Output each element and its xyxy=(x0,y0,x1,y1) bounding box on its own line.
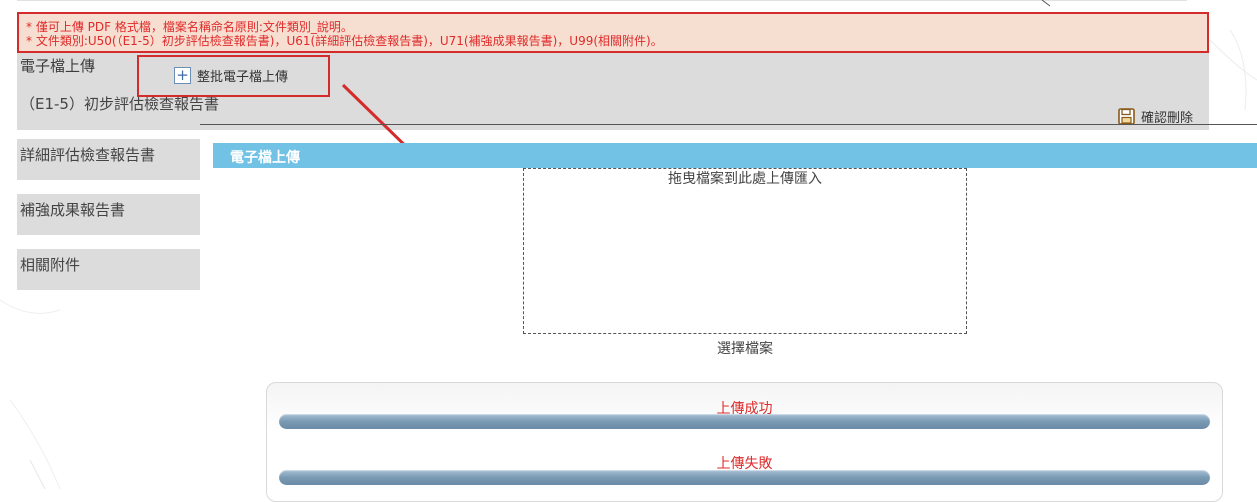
notice-line-2: * 文件類別:U50(（E1-5）初步評估檢查報告書)，U61(詳細評估檢查報告… xyxy=(26,34,663,48)
dialog-top-border xyxy=(200,124,1257,125)
drop-zone-text: 拖曳檔案到此處上傳匯入 xyxy=(668,171,822,187)
batch-upload-button[interactable]: + 整批電子檔上傳 xyxy=(174,64,288,87)
notice-line-1: * 僅可上傳 PDF 格式檔，檔案名稱命名原則:文件類別_說明。 xyxy=(26,20,353,34)
sidebar-item-label: 詳細評估檢查報告書 xyxy=(20,146,156,164)
sidebar-item-label: 補強成果報告書 xyxy=(20,201,126,219)
upload-fail-progress-bar xyxy=(279,470,1210,485)
file-drop-zone[interactable]: 拖曳檔案到此處上傳匯入 xyxy=(523,168,967,334)
confirm-delete-label: 確認刪除 xyxy=(1141,110,1194,126)
notice-banner: * 僅可上傳 PDF 格式檔，檔案名稱命名原則:文件類別_說明。 * 文件類別:… xyxy=(17,12,1209,53)
sidebar-item-detailed-report[interactable]: 詳細評估檢查報告書 xyxy=(17,139,200,180)
upload-success-progress-bar xyxy=(279,414,1210,429)
dialog-title: 電子檔上傳 xyxy=(230,150,300,166)
choose-file-button[interactable]: 選擇檔案 xyxy=(523,338,967,358)
plus-icon: + xyxy=(174,67,191,84)
dialog-title-bar: 電子檔上傳 xyxy=(213,143,1257,168)
sidebar-item-reinforcement-report[interactable]: 補強成果報告書 xyxy=(17,194,200,235)
batch-upload-label: 整批電子檔上傳 xyxy=(197,70,289,85)
sidebar-item-attachments[interactable]: 相關附件 xyxy=(17,249,200,290)
upload-section-title: 電子檔上傳 xyxy=(20,57,96,75)
sidebar-item-label: 相關附件 xyxy=(20,256,81,274)
save-icon xyxy=(1118,107,1135,125)
